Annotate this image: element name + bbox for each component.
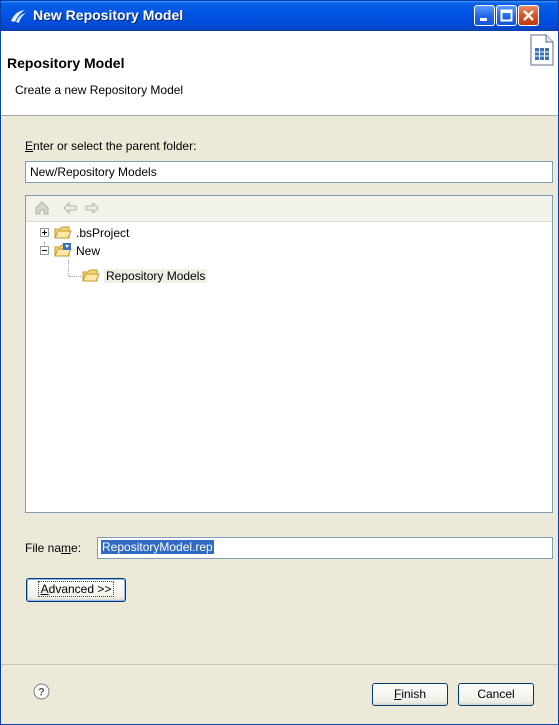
open-folder-icon <box>82 269 100 282</box>
page-title: Repository Model <box>7 55 125 71</box>
tree-navigation-bar <box>26 196 552 222</box>
file-name-value: RepositoryModel.rep <box>101 540 214 554</box>
home-icon[interactable] <box>34 200 50 216</box>
folder-tree[interactable]: .bsProject New Repository Models <box>25 195 553 513</box>
file-name-input[interactable]: RepositoryModel.rep <box>97 537 553 559</box>
minimize-icon <box>480 18 487 21</box>
back-arrow-icon[interactable] <box>62 200 78 216</box>
title-bar[interactable]: New Repository Model <box>1 1 558 31</box>
tree-item-label: .bsProject <box>76 226 130 240</box>
project-folder-icon <box>54 243 72 257</box>
parent-folder-label: Enter or select the parent folder: <box>25 139 197 153</box>
eclipse-icon <box>11 10 26 23</box>
finish-button-label: Finish <box>393 687 427 701</box>
page-description: Create a new Repository Model <box>15 83 184 97</box>
maximize-icon <box>500 9 513 22</box>
collapse-icon[interactable] <box>40 246 49 255</box>
tree-item-label: Repository Models <box>104 269 208 283</box>
window-title: New Repository Model <box>33 7 184 23</box>
minimize-button[interactable] <box>474 5 495 26</box>
close-icon <box>523 10 534 21</box>
tree-item-repository-models[interactable]: Repository Models <box>82 267 282 285</box>
close-button[interactable] <box>518 5 539 26</box>
finish-button[interactable]: Finish <box>372 683 448 706</box>
tree-item-bsproject[interactable]: .bsProject <box>36 224 236 242</box>
file-name-label: File name: <box>25 541 82 555</box>
tree-connector <box>69 276 81 277</box>
tree-item-new[interactable]: New <box>36 242 236 260</box>
expand-icon[interactable] <box>40 228 49 237</box>
wizard-header: Repository Model Create a new Repository… <box>1 31 558 116</box>
new-file-wizard-icon <box>530 34 554 66</box>
separator <box>1 664 558 665</box>
advanced-button-label: Advanced >> <box>37 581 115 597</box>
maximize-button[interactable] <box>496 5 517 26</box>
help-icon[interactable]: ? <box>33 683 50 700</box>
parent-folder-input[interactable]: New/Repository Models <box>25 161 553 183</box>
advanced-button[interactable]: Advanced >> <box>26 578 126 602</box>
svg-text:?: ? <box>38 687 45 699</box>
folder-icon <box>54 226 72 239</box>
tree-item-label: New <box>76 244 101 258</box>
tree-connector <box>68 260 69 276</box>
cancel-button[interactable]: Cancel <box>458 683 534 706</box>
forward-arrow-icon[interactable] <box>84 200 100 216</box>
new-repository-model-dialog: New Repository Model Repository Model Cr… <box>0 0 559 725</box>
